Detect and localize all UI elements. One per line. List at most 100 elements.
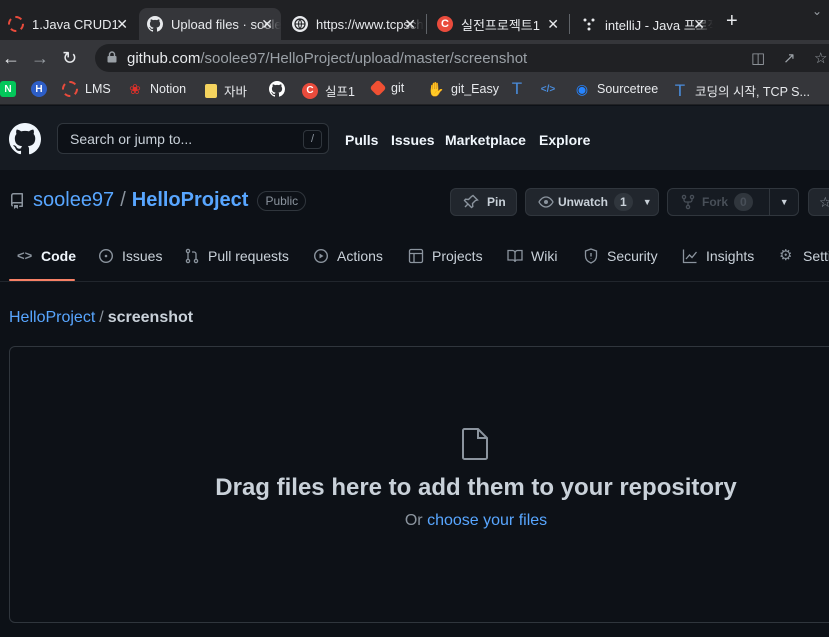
nav-explore[interactable]: Explore	[539, 132, 590, 148]
visibility-badge: Public	[257, 190, 307, 211]
address-bar[interactable]: github.com/soolee97/HelloProject/upload/…	[95, 44, 829, 72]
bookmark-item[interactable]: T 코딩의 시작, TCP S...	[672, 81, 810, 100]
eye-icon	[538, 196, 554, 208]
file-drop-zone[interactable]: Drag files here to add them to your repo…	[9, 346, 829, 623]
tab-projects[interactable]: Projects	[408, 248, 483, 264]
drop-title: Drag files here to add them to your repo…	[215, 474, 737, 501]
t-icon: T	[511, 79, 523, 98]
bookmark-item[interactable]: C 실프1	[302, 81, 355, 100]
browser-tab[interactable]: intelliJ - Java 프로젝트 ✕	[573, 8, 713, 40]
maple-leaf-icon: ❀	[129, 80, 141, 97]
browser-tab-active[interactable]: Upload files · soolee97/HelloProject ✕	[139, 8, 281, 40]
bookmark-item[interactable]: ◉ Sourcetree	[574, 81, 658, 97]
close-tab-icon[interactable]: ✕	[261, 16, 273, 32]
c-logo-icon: C	[302, 82, 318, 99]
sourcetree-icon: ◉	[575, 80, 589, 97]
github-header: Search or jump to... / Pulls Issues Mark…	[0, 106, 829, 170]
close-tab-icon[interactable]: ✕	[116, 16, 128, 32]
git-icon	[369, 79, 387, 97]
bookmark-item[interactable]	[269, 81, 292, 97]
unwatch-button[interactable]: Unwatch 1 ▼	[525, 188, 659, 216]
c-logo-icon: C	[437, 16, 453, 32]
tab-actions[interactable]: Actions	[313, 248, 383, 264]
repo-tabs: <> Code Issues Pull requests Actions Pro…	[0, 236, 829, 282]
breadcrumb: HelloProject / screenshot	[9, 309, 193, 327]
forward-arrow-icon[interactable]: →	[31, 48, 49, 68]
browser-toolbar: ← → ↻ github.com/soolee97/HelloProject/u…	[0, 40, 829, 76]
browser-tab[interactable]: https://www.tcpschool.com ✕	[284, 8, 424, 40]
bookmark-item[interactable]: ❀ Notion	[127, 81, 186, 97]
bookmark-item[interactable]: </>	[540, 81, 563, 97]
nav-marketplace[interactable]: Marketplace	[445, 132, 526, 148]
graph-icon	[682, 249, 698, 264]
close-tab-icon[interactable]: ✕	[404, 16, 416, 32]
github-logo-icon[interactable]	[9, 123, 41, 155]
search-shortcut-key: /	[303, 130, 322, 149]
nav-pulls[interactable]: Pulls	[345, 132, 378, 148]
chevron-down-icon[interactable]: ▼	[643, 197, 652, 207]
repo-icon	[10, 192, 23, 209]
watch-count: 1	[614, 193, 633, 211]
bookmark-item[interactable]: LMS	[62, 81, 111, 97]
reload-icon[interactable]: ↻	[62, 48, 77, 68]
red-circle-icon	[8, 16, 24, 32]
bookmark-star-icon[interactable]: ☆	[814, 49, 827, 67]
bookmark-item[interactable]: git	[369, 79, 404, 97]
bookmark-item[interactable]: N	[0, 81, 23, 97]
url-text: github.com/soolee97/HelloProject/upload/…	[127, 50, 528, 67]
tab-search-chevron-icon[interactable]: ⌄	[812, 4, 822, 18]
book-icon	[507, 249, 523, 263]
star-icon: ☆	[819, 193, 829, 210]
bookmark-item[interactable]: H	[31, 81, 54, 97]
browser-tab[interactable]: C 실전프로젝트1 ✕	[429, 8, 567, 40]
univ-icon: H	[31, 81, 47, 97]
star-button[interactable]: ☆	[808, 188, 829, 216]
browser-tab[interactable]: 1.Java CRUD1 ✕	[0, 8, 136, 40]
browser-tab-strip: 1.Java CRUD1 ✕ Upload files · soolee97/H…	[0, 0, 829, 40]
tab-wiki[interactable]: Wiki	[507, 248, 557, 264]
nav-issues[interactable]: Issues	[391, 132, 435, 148]
breadcrumb-current: screenshot	[107, 309, 194, 326]
drop-subtitle: Or choose your files	[404, 512, 548, 529]
share-icon[interactable]: ↗	[783, 49, 796, 67]
tab-settings[interactable]: ⚙ Settings	[779, 248, 829, 265]
dots-icon	[581, 16, 597, 32]
selected-tab-underline	[9, 279, 75, 281]
pin-button[interactable]: Pin	[450, 188, 517, 216]
play-circle-icon	[313, 248, 329, 264]
bookmark-item[interactable]: 자바	[205, 81, 247, 100]
file-icon	[462, 428, 488, 460]
lock-icon	[107, 51, 117, 63]
code-icon: <>	[17, 248, 33, 263]
chevron-down-icon[interactable]: ▼	[780, 197, 789, 207]
pin-icon	[463, 194, 479, 209]
folder-icon	[205, 83, 217, 98]
search-input[interactable]: Search or jump to... /	[57, 123, 329, 154]
tab-issues[interactable]: Issues	[98, 248, 162, 264]
bookmarks-bar: N H LMS ❀ Notion 자바 C 실프1 git ✋ git_Easy…	[0, 76, 829, 105]
naver-icon: N	[0, 81, 16, 97]
tab-insights[interactable]: Insights	[682, 248, 754, 264]
translate-icon[interactable]: ◫	[751, 49, 765, 67]
close-tab-icon[interactable]: ✕	[693, 16, 705, 32]
fork-divider	[768, 189, 770, 215]
tab-security[interactable]: Security	[583, 248, 658, 264]
repo-name-link[interactable]: HelloProject	[132, 189, 249, 212]
new-tab-button[interactable]: +	[726, 10, 738, 33]
tab-code[interactable]: <> Code	[17, 248, 76, 264]
tab-pull-requests[interactable]: Pull requests	[184, 248, 289, 264]
bookmark-item[interactable]: T	[509, 79, 532, 98]
close-tab-icon[interactable]: ✕	[547, 16, 559, 32]
breadcrumb-separator: /	[99, 309, 104, 326]
breadcrumb-root-link[interactable]: HelloProject	[9, 309, 95, 326]
fork-button[interactable]: Fork 0 ▼	[667, 188, 799, 216]
globe-icon	[292, 16, 308, 32]
pull-request-icon	[185, 248, 199, 264]
tab-separator	[426, 14, 427, 34]
back-arrow-icon[interactable]: ←	[2, 48, 20, 68]
code-icon: </>	[540, 83, 556, 95]
repo-owner-link[interactable]: soolee97	[33, 189, 114, 212]
red-ring-icon	[62, 81, 78, 97]
choose-files-link[interactable]: choose your files	[427, 512, 547, 529]
bookmark-item[interactable]: ✋ git_Easy	[427, 81, 499, 97]
